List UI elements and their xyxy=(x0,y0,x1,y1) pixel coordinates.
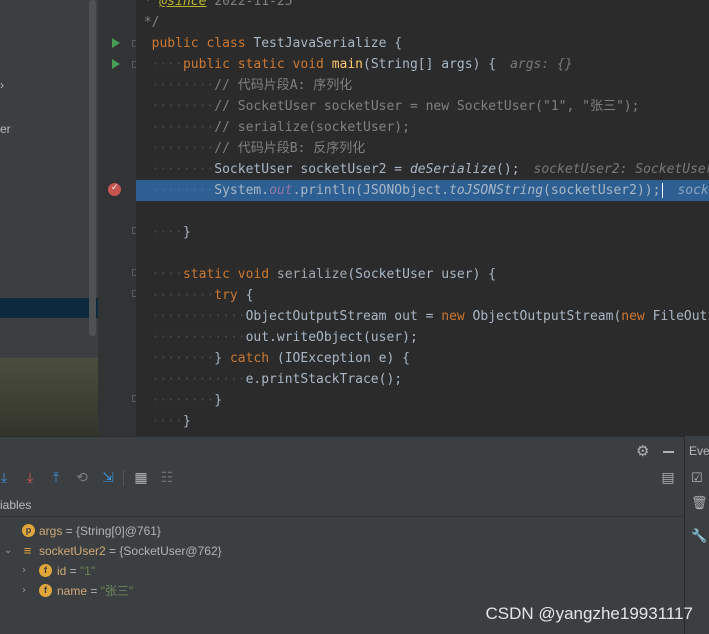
watermark: CSDN @yangzhe19931117 xyxy=(485,604,693,623)
code-line: ········// SocketUser socketUser = new S… xyxy=(136,99,640,114)
code-line: ········// serialize(socketUser); xyxy=(136,120,410,135)
code-line: ············e.printStackTrace(); xyxy=(136,372,403,387)
project-scrollbar[interactable] xyxy=(89,0,96,336)
code-line: ········} catch (IOException e) { xyxy=(136,351,410,366)
evaluate-expression-icon[interactable]: ▦ xyxy=(133,470,149,486)
code-line: ····public static void main(String[] arg… xyxy=(136,57,573,72)
chevron-right-icon[interactable]: › xyxy=(22,561,26,581)
code-line: */ xyxy=(143,15,160,30)
gear-icon[interactable]: ⚙ xyxy=(636,443,649,459)
variable-row[interactable]: ⌄ ≡ socketUser2 = {SocketUser@762} xyxy=(0,541,684,561)
trace-stream-icon[interactable]: ☷ xyxy=(159,470,175,486)
code-line: * @since 2022-11-25 xyxy=(143,0,293,9)
variable-row[interactable]: › f id = "1" xyxy=(0,561,684,581)
debug-toolbar: ⤓ ⤓ ⤒ ⟲ ⇲ ▦ ☷ ▤ xyxy=(0,465,684,491)
chevron-right-icon[interactable]: › xyxy=(22,581,26,601)
code-line: ····} xyxy=(136,414,191,429)
toolbar-divider xyxy=(123,470,124,486)
code-line: ········// 代码片段B: 反序列化 xyxy=(136,141,366,156)
force-step-into-icon[interactable]: ⤓ xyxy=(22,470,38,486)
code-line: ············ObjectOutputStream out = new… xyxy=(136,309,708,324)
wrench-icon[interactable]: 🔧 xyxy=(691,529,707,544)
code-line-current: ········System.out.println(JSONObject.to… xyxy=(136,180,709,201)
breakpoint-icon[interactable]: ✓ xyxy=(108,183,121,196)
project-tree-pane[interactable]: › er xyxy=(0,0,98,436)
minimize-icon[interactable] xyxy=(663,451,674,453)
events-tab-label[interactable]: Eve xyxy=(689,444,709,458)
trash-icon[interactable]: 🗑 xyxy=(691,496,708,511)
variables-title: iables xyxy=(0,498,32,512)
code-line: public class TestJavaSerialize { xyxy=(151,36,403,51)
step-out-icon[interactable]: ⤒ xyxy=(48,470,64,486)
code-line: ········// 代码片段A: 序列化 xyxy=(136,78,353,93)
step-over-icon[interactable]: ⤓ xyxy=(0,470,12,486)
tree-item-selected[interactable] xyxy=(0,298,98,318)
variables-header: iables xyxy=(0,495,684,517)
drop-frame-icon[interactable]: ⟲ xyxy=(74,470,90,486)
project-pane-footer xyxy=(0,358,98,436)
tree-item-fragment[interactable]: › xyxy=(0,78,4,92)
debug-header: ⚙ xyxy=(0,437,684,465)
layout-settings-icon[interactable]: ▤ xyxy=(660,470,676,486)
code-editor[interactable]: * @since 2022-11-25 */ public class Test… xyxy=(136,0,709,436)
local-variable-icon: ≡ xyxy=(23,543,32,558)
text-caret xyxy=(662,183,664,198)
code-line: ········try { xyxy=(136,288,254,303)
field-icon: f xyxy=(39,564,52,577)
run-main-icon[interactable] xyxy=(112,59,120,69)
variable-row[interactable]: p args = {String[0]@761} xyxy=(0,521,684,541)
run-class-icon[interactable] xyxy=(112,38,120,48)
code-line: ····} xyxy=(136,225,191,240)
chevron-down-icon[interactable]: ⌄ xyxy=(4,541,12,561)
code-line: ········SocketUser socketUser2 = deSeria… xyxy=(136,162,709,177)
code-line: ········} xyxy=(136,393,223,408)
code-line: ····static void serialize(SocketUser use… xyxy=(136,267,497,282)
tree-item-label[interactable]: er xyxy=(0,122,11,136)
checkbox-icon[interactable]: ☑ xyxy=(691,471,703,486)
field-icon: f xyxy=(39,584,52,597)
variable-row[interactable]: › f name = "张三" xyxy=(0,581,684,601)
parameter-icon: p xyxy=(22,524,35,537)
run-to-cursor-icon[interactable]: ⇲ xyxy=(100,470,116,486)
code-line: ············out.writeObject(user); xyxy=(136,330,418,345)
